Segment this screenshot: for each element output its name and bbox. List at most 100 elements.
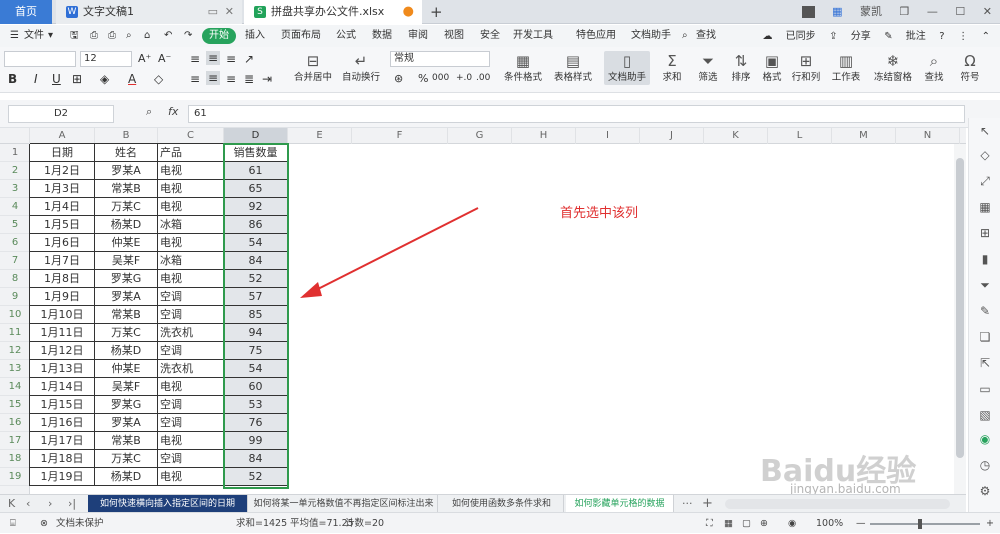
wrap-text-button[interactable]: ↵ 自动换行 [338, 51, 384, 85]
percent-icon[interactable]: % [418, 72, 428, 85]
print-icon[interactable]: ⎙ [108, 25, 116, 47]
freeze-panes-button[interactable]: ❄ 冻结窗格 [868, 51, 918, 85]
menu-formula[interactable]: 公式 [336, 25, 356, 47]
add-sheet-icon[interactable]: + [702, 495, 713, 513]
sheet-tab[interactable]: 如何快速横向插入指定区间的日期 [88, 495, 248, 513]
chart-icon[interactable]: ▮ [969, 252, 1000, 266]
new-tab-button[interactable]: + [430, 0, 443, 24]
count-status[interactable]: 计数=20 [345, 513, 384, 534]
spreadsheet-grid[interactable]: A B C D E F G H I J K L M N 1 2 3 4 5 6 7 8 9 10 1… [0, 128, 966, 494]
font-size-select[interactable]: 12 [80, 51, 132, 67]
align-middle-icon[interactable]: ≡ [206, 51, 221, 65]
sheet-tab[interactable]: 如何将某一单元格数值不再指定区间标注出来 [250, 495, 438, 513]
zoom-search-icon[interactable]: ⌕ [146, 105, 152, 119]
shapes-icon[interactable]: ◇ [969, 148, 1000, 162]
close-window-icon[interactable]: ✕ [983, 0, 992, 24]
window-count-badge[interactable]: 2 [801, 6, 815, 18]
zoom-slider[interactable] [870, 523, 980, 525]
image-icon[interactable]: ▧ [969, 408, 1000, 422]
tab-document-writer[interactable]: W 文字文稿1 ▭ ✕ [56, 0, 242, 24]
eye-icon[interactable]: ◉ [788, 513, 796, 534]
scrollbar-thumb[interactable] [956, 158, 964, 458]
row-col-button[interactable]: ⊞ 行和列 [786, 51, 826, 85]
vertical-scrollbar[interactable] [954, 144, 966, 494]
user-avatar-icon[interactable]: ▦ [832, 0, 842, 24]
minimize-icon[interactable]: — [927, 0, 938, 24]
justify-icon[interactable]: ≣ [244, 72, 254, 86]
menu-search[interactable]: 查找 [696, 25, 716, 47]
clear-format-icon[interactable]: ◇ [154, 72, 163, 86]
filter-button[interactable]: ⏷ 筛选 [690, 51, 726, 85]
font-name-select[interactable] [4, 51, 76, 67]
underline-icon[interactable]: U [52, 72, 61, 86]
comment-button[interactable]: ✎ 批注 [884, 31, 926, 42]
sum-status[interactable]: 求和=1425 [236, 513, 287, 534]
fill-color-icon[interactable]: ◈ [100, 72, 109, 86]
maximize-icon[interactable]: ☐ [955, 0, 965, 24]
menu-view[interactable]: 视图 [444, 25, 464, 47]
preview-icon[interactable]: ⌕ [126, 25, 132, 47]
find-button[interactable]: ⌕ 查找 [916, 51, 952, 85]
more-sheets-icon[interactable]: ··· [682, 495, 693, 513]
export-icon[interactable]: ⇱ [969, 356, 1000, 370]
currency-icon[interactable]: ⊛ [394, 72, 403, 85]
menu-file[interactable]: 文件 [24, 25, 44, 47]
undo-icon[interactable]: ↶ [164, 25, 172, 47]
indent-icon[interactable]: ⇥ [262, 72, 272, 86]
pointer-icon[interactable]: ↖ [969, 124, 1000, 138]
menu-doc-helper[interactable]: 文档助手 [631, 25, 671, 47]
tab-document-spreadsheet[interactable]: S 拼盘共享办公文件.xlsx ● [244, 0, 422, 24]
restore-icon[interactable]: ❐ [900, 0, 910, 24]
help-button[interactable]: ? [939, 31, 944, 42]
sheet-tab[interactable]: 如何使用函数多条件求和 [440, 495, 564, 513]
edit-icon[interactable]: ✎ [969, 304, 1000, 318]
normal-view-icon[interactable]: ▦ [724, 513, 733, 534]
decrease-decimal-icon[interactable]: .00 [476, 73, 490, 83]
zoom-level[interactable]: 100% [816, 513, 843, 534]
symbol-button[interactable]: Ω 符号 [952, 51, 988, 85]
align-left-icon[interactable]: ≡ [190, 72, 200, 86]
monitor-icon[interactable]: ▭ [208, 0, 218, 24]
menu-data[interactable]: 数据 [372, 25, 392, 47]
page-break-icon[interactable]: ⊕ [760, 513, 768, 534]
zoom-slider-knob[interactable] [918, 519, 922, 529]
protect-status[interactable]: 文档未保护 [56, 513, 104, 534]
copy-icon[interactable]: ❏ [969, 330, 1000, 344]
zoom-in-icon[interactable]: + [986, 513, 994, 534]
history-icon[interactable]: ◷ [969, 458, 1000, 472]
settings-icon[interactable]: ⚙ [969, 484, 1000, 498]
share-button[interactable]: ⇪ 分享 [829, 31, 871, 42]
page-layout-icon[interactable]: ▢ [742, 513, 751, 534]
export-icon[interactable]: ⎙ [90, 25, 98, 47]
expand-icon[interactable]: ⤢ [969, 174, 1000, 189]
bold-icon[interactable]: B [8, 72, 17, 86]
prev-sheet-icon[interactable]: ‹ [26, 495, 30, 513]
sheet-tab-active[interactable]: 如何影藏单元格的数据 [566, 495, 674, 513]
menu-icon[interactable]: ☰ [10, 25, 19, 47]
increase-decimal-icon[interactable]: +.0 [456, 73, 472, 83]
table-style-button[interactable]: ▤ 表格样式 [550, 51, 596, 85]
protect-icon[interactable]: ⊗ [40, 513, 48, 534]
menu-start[interactable]: 开始 [202, 28, 236, 44]
close-tab-icon[interactable]: ✕ [225, 0, 234, 24]
menu-developer[interactable]: 开发工具 [513, 25, 553, 47]
menu-insert[interactable]: 插入 [245, 25, 265, 47]
more-icon[interactable]: ⋮ [958, 31, 968, 42]
user-name[interactable]: 蒙凯 [860, 0, 882, 24]
border-icon[interactable]: ⊞ [72, 72, 82, 86]
orientation-icon[interactable]: ↗ [244, 52, 254, 66]
zoom-out-icon[interactable]: — [856, 513, 866, 534]
decrease-font-icon[interactable]: A⁻ [158, 52, 171, 65]
grid-icon[interactable]: ⊞ [969, 226, 1000, 240]
formula-input[interactable]: 61 [188, 105, 965, 123]
table-icon[interactable]: ▦ [969, 200, 1000, 214]
align-center-icon[interactable]: ≡ [206, 71, 221, 85]
sync-status[interactable]: ☁ 已同步 [762, 31, 815, 42]
number-format-select[interactable]: 常规 [390, 51, 490, 67]
format-button[interactable]: ▣ 格式 [756, 51, 788, 85]
sort-button[interactable]: ⇅ 排序 [724, 51, 758, 85]
fx-icon[interactable]: fx [168, 105, 178, 118]
align-bottom-icon[interactable]: ≡ [226, 52, 236, 66]
menu-review[interactable]: 审阅 [408, 25, 428, 47]
doc-helper-button[interactable]: ▯ 文档助手 [604, 51, 650, 85]
